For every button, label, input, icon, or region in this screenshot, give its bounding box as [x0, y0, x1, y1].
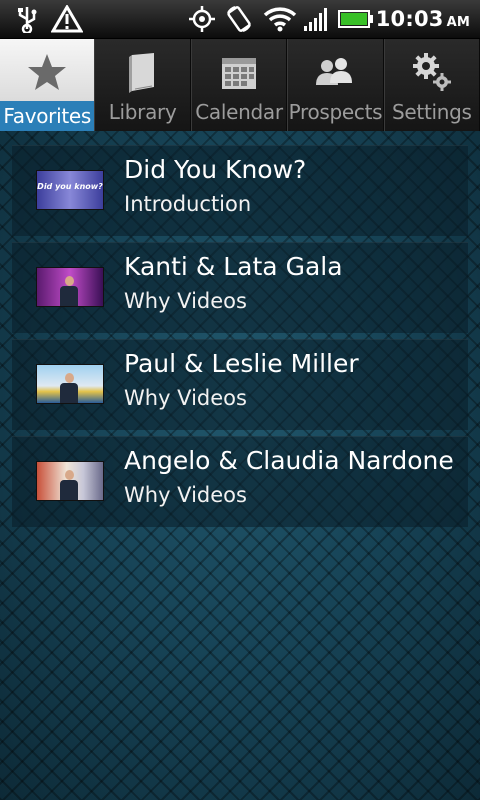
- tab-label: Favorites: [0, 101, 95, 131]
- video-title: Kanti & Lata Gala: [124, 252, 343, 281]
- gps-icon: [186, 4, 218, 34]
- tab-calendar[interactable]: Calendar: [190, 39, 288, 131]
- video-subtitle: Why Videos: [124, 483, 247, 507]
- list-item[interactable]: Paul & Leslie Miller Why Videos: [12, 339, 468, 430]
- video-title: Angelo & Claudia Nardone: [124, 446, 454, 475]
- gears-icon: [412, 43, 452, 101]
- wifi-icon: [262, 4, 298, 34]
- tab-label: Settings: [392, 100, 472, 124]
- book-icon: [126, 43, 160, 101]
- video-subtitle: Introduction: [124, 192, 252, 216]
- tab-label: Calendar: [195, 100, 283, 124]
- video-thumbnail: [36, 267, 104, 307]
- video-title: Did You Know?: [124, 155, 307, 184]
- tab-label: Library: [108, 100, 177, 124]
- favorites-list: Did you know? Did You Know? Introduction…: [12, 145, 468, 533]
- rotate-icon: [224, 4, 254, 34]
- list-item[interactable]: Did you know? Did You Know? Introduction: [12, 145, 468, 236]
- clock: 10:03 AM: [375, 7, 470, 31]
- favorites-list-area: Did you know? Did You Know? Introduction…: [0, 131, 480, 800]
- status-bar: 10:03 AM: [0, 0, 480, 39]
- usb-icon: [10, 4, 44, 34]
- alert-icon: [50, 4, 84, 34]
- tab-bar: Favorites Library Calendar Prospects Set…: [0, 39, 480, 131]
- video-thumbnail: [36, 364, 104, 404]
- tab-prospects[interactable]: Prospects: [287, 39, 384, 131]
- person-figure: [60, 470, 78, 500]
- list-item[interactable]: Kanti & Lata Gala Why Videos: [12, 242, 468, 333]
- signal-icon: [302, 4, 332, 34]
- video-subtitle: Why Videos: [124, 386, 247, 410]
- video-subtitle: Why Videos: [124, 289, 247, 313]
- list-item[interactable]: Angelo & Claudia Nardone Why Videos: [12, 436, 468, 527]
- people-icon: [315, 43, 355, 101]
- star-icon: [27, 43, 67, 101]
- person-figure: [60, 276, 78, 306]
- tab-settings[interactable]: Settings: [383, 39, 480, 131]
- person-figure: [60, 373, 78, 403]
- battery-icon: [338, 4, 374, 34]
- tab-label: Prospects: [288, 100, 383, 124]
- calendar-icon: [220, 43, 258, 101]
- video-thumbnail: [36, 461, 104, 501]
- thumbnail-text: Did you know?: [37, 182, 103, 191]
- tab-library[interactable]: Library: [94, 39, 191, 131]
- video-thumbnail: Did you know?: [36, 170, 104, 210]
- tab-favorites[interactable]: Favorites: [0, 39, 95, 131]
- video-title: Paul & Leslie Miller: [124, 349, 359, 378]
